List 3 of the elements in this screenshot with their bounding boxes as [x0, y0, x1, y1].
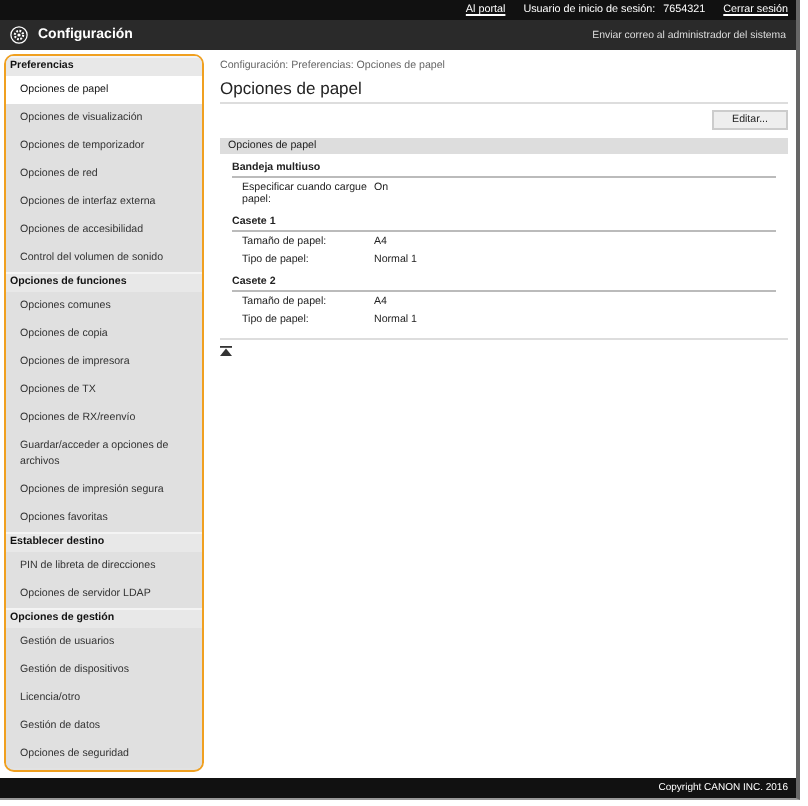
back-to-top-icon[interactable]	[220, 346, 232, 356]
settings-icon	[10, 26, 28, 44]
page-title: Opciones de papel	[220, 78, 788, 104]
